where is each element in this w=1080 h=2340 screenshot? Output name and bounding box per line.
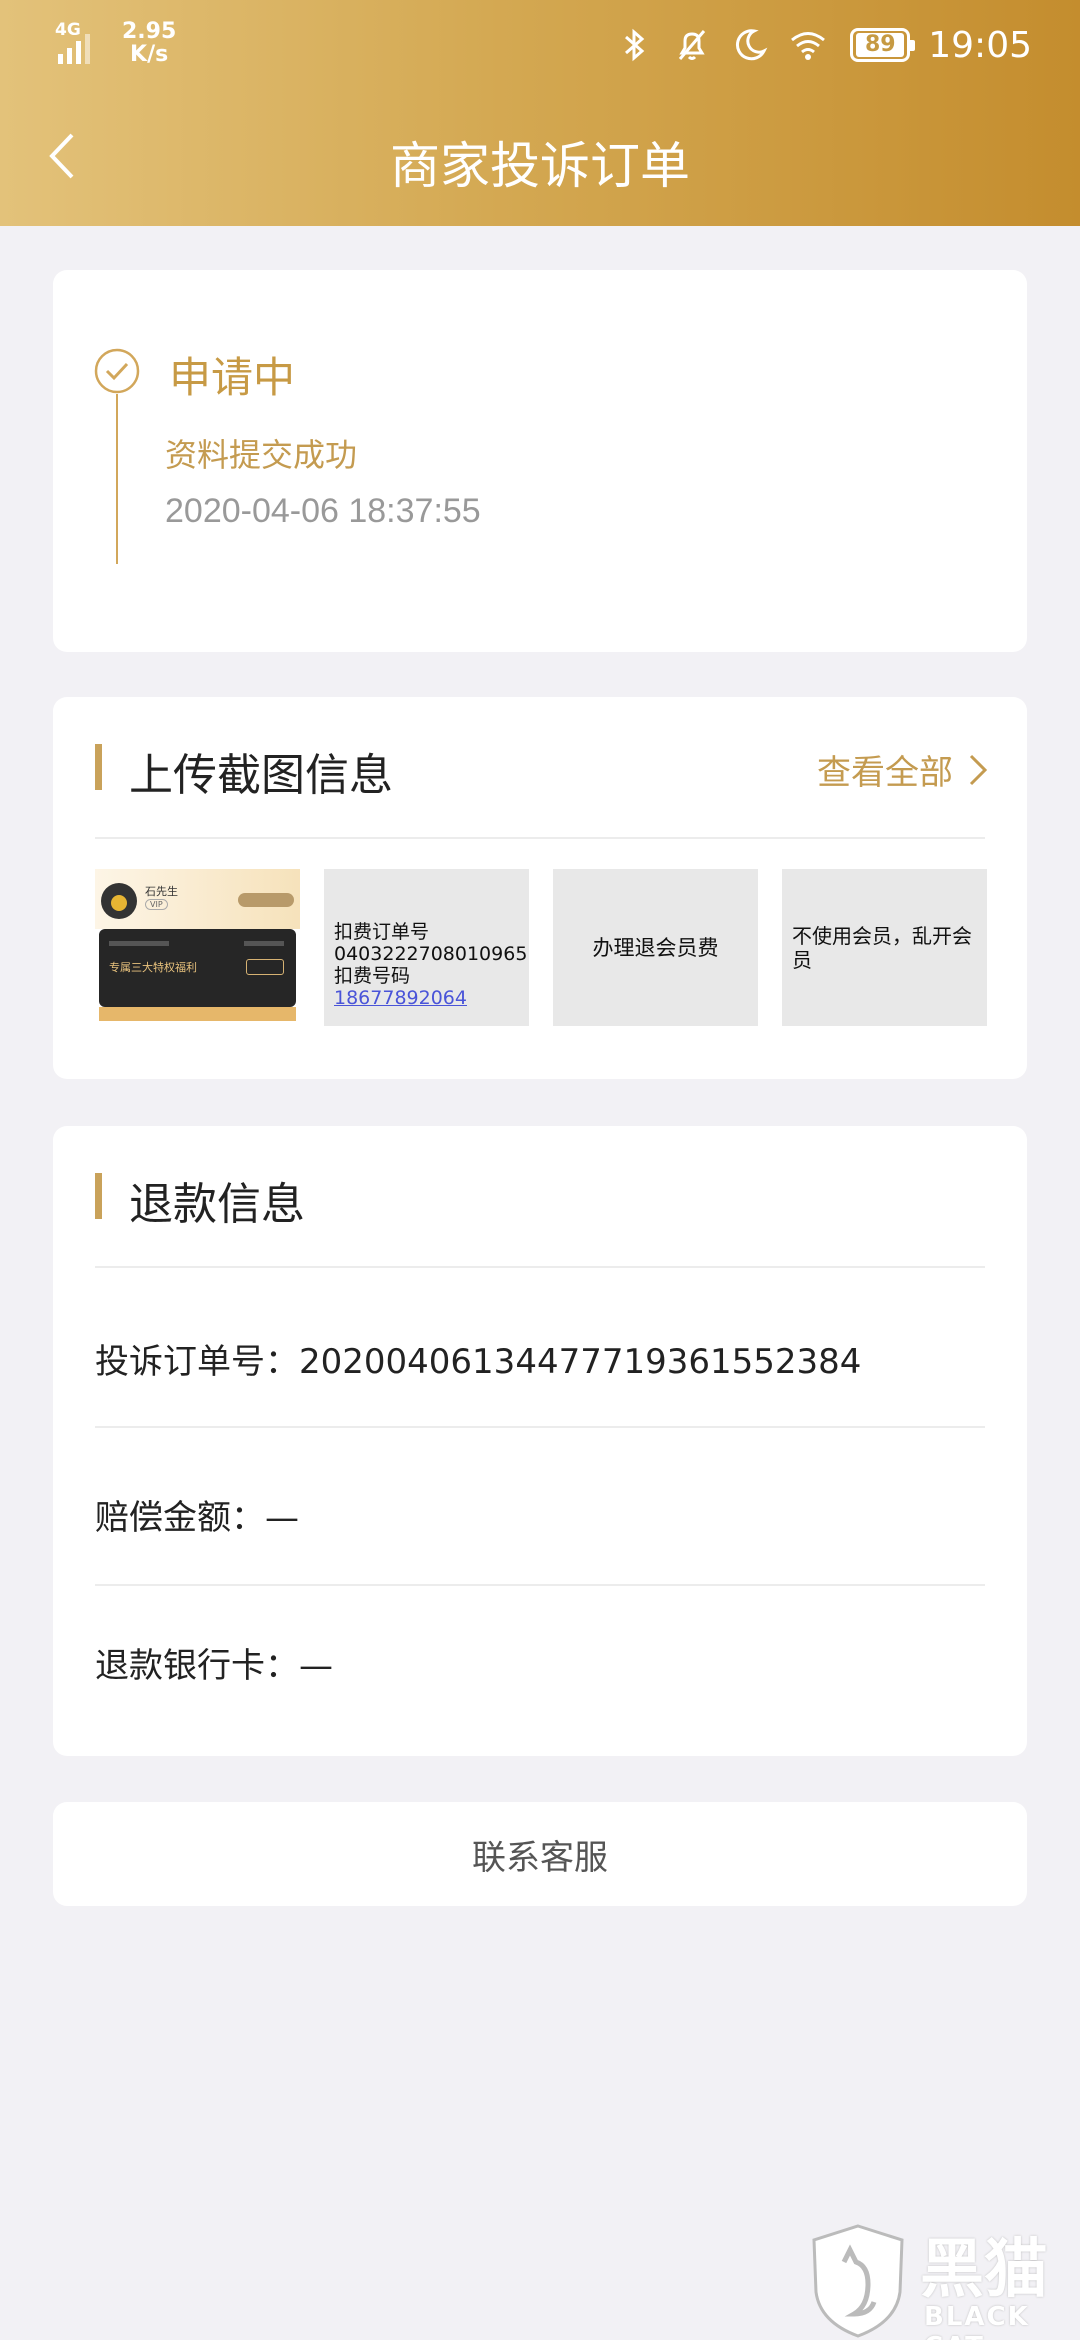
check-circle-icon: [94, 348, 140, 394]
thumb-line: 0403222708010965: [334, 943, 528, 965]
thumb-footer-bar: [99, 1007, 296, 1021]
clock: 19:05: [928, 24, 1032, 66]
section-title: 上传截图信息: [129, 750, 393, 801]
header-bar: 4G 2.95 K/s 89 19:05 商家投诉订单: [0, 0, 1080, 226]
avatar: [101, 883, 137, 919]
speed-value: 2.95: [122, 19, 177, 44]
moon-icon: [736, 29, 768, 61]
thumb-text: 办理退会员费: [592, 935, 719, 960]
thumb-user-name: 石先生: [145, 885, 178, 898]
status-card: 申请中 资料提交成功 2020-04-06 18:37:55: [53, 270, 1027, 652]
divider: [95, 1266, 985, 1268]
row-label: 赔偿金额：: [95, 1498, 265, 1538]
row-label: 投诉订单号：: [95, 1342, 299, 1382]
phone-link: 18677892064: [334, 987, 467, 1009]
thumb-line: 扣费号码: [334, 965, 411, 987]
thumb-text-line: [244, 941, 284, 946]
status-bar: 4G 2.95 K/s 89 19:05: [0, 0, 1080, 90]
screenshot-thumbnail[interactable]: 石先生 VIP 专属三大特权福利: [95, 869, 300, 1026]
battery-icon: 89: [850, 28, 916, 62]
status-icons: 89 19:05: [596, 22, 1032, 68]
timeline-line: [116, 394, 118, 564]
section-accent-bar: [95, 744, 102, 790]
cat-shield-icon: [812, 2224, 904, 2338]
view-all-label: 查看全部: [817, 753, 953, 793]
speed-unit: K/s: [130, 42, 169, 67]
status-subtitle: 资料提交成功: [165, 436, 358, 474]
screenshots-card: 上传截图信息 查看全部 石先生 VIP 专属三大特权福利 扣费订单号 04032…: [53, 697, 1027, 1079]
row-value: —: [299, 1646, 333, 1686]
membership-card-button: [246, 959, 284, 975]
screenshot-thumbnail[interactable]: 办理退会员费: [553, 869, 758, 1026]
status-title: 申请中: [169, 353, 296, 402]
thumb-text: 扣费订单号 0403222708010965 扣费号码 18677892064: [324, 869, 529, 1019]
section-title: 退款信息: [129, 1179, 305, 1230]
bell-off-icon: [679, 30, 706, 60]
watermark-cn: 黑猫: [920, 2233, 1048, 2307]
section-accent-bar: [95, 1173, 102, 1219]
bluetooth-icon: [625, 28, 645, 62]
membership-card: 专属三大特权福利: [99, 929, 296, 1007]
divider: [95, 837, 985, 839]
thumb-action-pill: [238, 893, 294, 907]
refund-card: 退款信息 投诉订单号：20200406134477719361552384 赔偿…: [53, 1126, 1027, 1756]
divider: [95, 1426, 985, 1428]
refund-bank-card-row: 退款银行卡：—: [95, 1638, 333, 1687]
thumb-line: 扣费订单号: [334, 921, 430, 943]
network-speed: 2.95 K/s: [122, 20, 176, 66]
membership-card-title: 专属三大特权福利: [109, 961, 197, 974]
screenshot-thumbnail[interactable]: 不使用会员，乱开会员: [782, 869, 987, 1026]
watermark-en: BLACK CAT: [924, 2302, 1030, 2340]
row-value: 20200406134477719361552384: [299, 1342, 862, 1382]
thumb-text-line: [109, 941, 169, 946]
screenshot-thumbnails: 石先生 VIP 专属三大特权福利 扣费订单号 0403222708010965 …: [95, 869, 987, 1026]
thumb-text: 不使用会员，乱开会员: [792, 923, 972, 972]
divider: [95, 1584, 985, 1586]
blackcat-watermark: 黑猫 BLACK CAT: [808, 2222, 1080, 2340]
row-label: 退款银行卡：: [95, 1646, 299, 1686]
battery-level: 89: [856, 33, 905, 57]
complaint-order-row: 投诉订单号：20200406134477719361552384: [95, 1334, 861, 1383]
compensation-row: 赔偿金额：—: [95, 1490, 299, 1539]
chevron-right-icon: [969, 754, 988, 785]
status-timestamp: 2020-04-06 18:37:55: [165, 492, 481, 530]
page-title: 商家投诉订单: [390, 137, 690, 195]
contact-service-button[interactable]: 联系客服: [53, 1802, 1027, 1906]
screenshot-thumbnail[interactable]: 扣费订单号 0403222708010965 扣费号码 18677892064: [324, 869, 529, 1026]
view-all-button[interactable]: 查看全部: [817, 745, 989, 794]
network-type: 4G: [55, 20, 81, 40]
vip-badge: VIP: [145, 899, 168, 910]
row-value: —: [265, 1498, 299, 1538]
wifi-icon: [791, 32, 826, 60]
